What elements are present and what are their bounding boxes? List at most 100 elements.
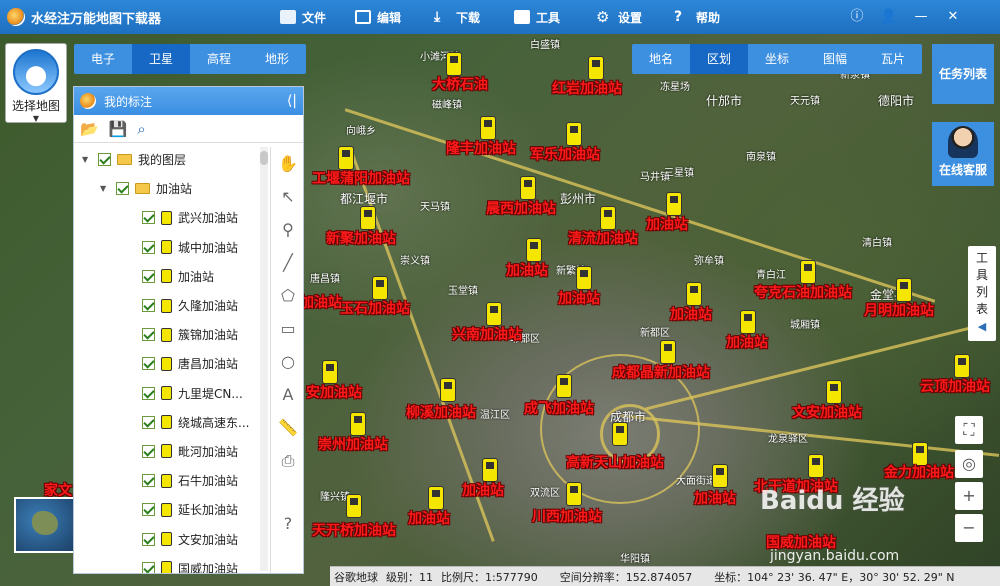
gas-station-icon[interactable]: [486, 302, 502, 326]
station-label[interactable]: 川西加油站: [532, 506, 602, 526]
station-label[interactable]: 加油站: [558, 288, 600, 308]
online-service-button[interactable]: 在线客服: [932, 122, 994, 186]
station-label[interactable]: 崇州加油站: [318, 434, 388, 454]
tab-satellite[interactable]: 卫星: [132, 44, 190, 74]
station-label[interactable]: 安加油站: [306, 382, 362, 402]
search-icon[interactable]: ⌕: [137, 120, 145, 138]
station-label[interactable]: 大桥石油: [432, 74, 488, 94]
pan-hand-icon[interactable]: ✋: [271, 147, 305, 180]
gas-station-icon[interactable]: [338, 146, 354, 170]
zoom-in-button[interactable]: +: [955, 482, 983, 510]
checkbox[interactable]: [142, 328, 155, 342]
gas-station-icon[interactable]: [556, 374, 572, 398]
station-label[interactable]: 军乐加油站: [530, 144, 600, 164]
menu-download[interactable]: ⤓ 下载: [434, 0, 480, 34]
gas-station-icon[interactable]: [350, 412, 366, 436]
station-label[interactable]: 隆丰加油站: [446, 138, 516, 158]
gas-station-icon[interactable]: [896, 278, 912, 302]
station-label[interactable]: 高新天山加油站: [566, 452, 664, 472]
tree-item[interactable]: 毗河加油站: [74, 437, 268, 466]
draw-line-icon[interactable]: ╱: [271, 246, 305, 279]
open-folder-icon[interactable]: 📂: [80, 120, 99, 138]
checkbox[interactable]: [142, 211, 155, 225]
gas-station-icon[interactable]: [588, 56, 604, 80]
tree-item[interactable]: 加油站: [74, 262, 268, 291]
station-label[interactable]: 玉石加油站: [340, 298, 410, 318]
checkbox[interactable]: [142, 503, 155, 517]
gas-station-icon[interactable]: [346, 494, 362, 518]
gas-station-icon[interactable]: [800, 260, 816, 284]
station-label[interactable]: 金力加油站: [884, 462, 954, 482]
gas-station-icon[interactable]: [612, 422, 628, 446]
tab-tiles[interactable]: 瓦片: [864, 44, 922, 74]
station-label[interactable]: 加油站: [726, 332, 768, 352]
checkbox[interactable]: [142, 415, 155, 429]
tree-item[interactable]: 绕城高速东...: [74, 408, 268, 437]
gas-station-icon[interactable]: [526, 238, 542, 262]
checkbox[interactable]: [142, 561, 155, 573]
station-label[interactable]: 加油站: [408, 508, 450, 528]
place-marker-icon[interactable]: ⚲: [271, 213, 305, 246]
gas-station-icon[interactable]: [372, 276, 388, 300]
print-icon[interactable]: ⎙: [271, 444, 305, 477]
gas-station-icon[interactable]: [740, 310, 756, 334]
station-label[interactable]: 加油站: [646, 214, 688, 234]
tool-list-button[interactable]: 工具列表 ◀: [968, 246, 996, 341]
gas-station-icon[interactable]: [446, 52, 462, 76]
select-arrow-icon[interactable]: ↖: [271, 180, 305, 213]
station-label[interactable]: 晨西加油站: [486, 198, 556, 218]
tree-item[interactable]: 文安加油站: [74, 524, 268, 553]
gas-station-icon[interactable]: [440, 378, 456, 402]
menu-edit[interactable]: 编辑: [355, 0, 401, 34]
tree-scrollbar[interactable]: [260, 147, 268, 571]
tab-electronic[interactable]: 电子: [74, 44, 132, 74]
checkbox[interactable]: [142, 357, 155, 371]
checkbox[interactable]: [98, 153, 111, 167]
gas-station-icon[interactable]: [360, 206, 376, 230]
station-label[interactable]: 加油站: [694, 488, 736, 508]
tree-item[interactable]: 国威加油站: [74, 554, 268, 573]
checkbox[interactable]: [142, 474, 155, 488]
minimize-button[interactable]: —: [912, 8, 930, 26]
station-label[interactable]: 新聚加油站: [326, 228, 396, 248]
station-label[interactable]: 成都晶新加油站: [612, 362, 710, 382]
scrollbar-thumb[interactable]: [260, 151, 268, 165]
station-label[interactable]: 月明加油站: [864, 300, 934, 320]
tree-item[interactable]: 石牛加油站: [74, 466, 268, 495]
gas-station-icon[interactable]: [322, 360, 338, 384]
expand-arrow-icon[interactable]: ▼: [100, 184, 110, 193]
gas-station-icon[interactable]: [666, 192, 682, 216]
gas-station-icon[interactable]: [826, 380, 842, 404]
checkbox[interactable]: [142, 240, 155, 254]
menu-help[interactable]: ? 帮助: [674, 0, 720, 34]
gas-station-icon[interactable]: [600, 206, 616, 230]
menu-settings[interactable]: ⚙ 设置: [596, 0, 642, 34]
close-button[interactable]: ✕: [944, 8, 962, 26]
checkbox[interactable]: [142, 444, 155, 458]
draw-polygon-icon[interactable]: ⬠: [271, 279, 305, 312]
menu-file[interactable]: 文件: [280, 0, 326, 34]
tab-map-sheets[interactable]: 图幅: [806, 44, 864, 74]
task-list-button[interactable]: 任务列表: [932, 44, 994, 104]
station-label[interactable]: 加油站: [462, 480, 504, 500]
help-icon[interactable]: ?: [271, 507, 305, 540]
save-icon[interactable]: 💾: [109, 120, 128, 138]
checkbox[interactable]: [142, 386, 155, 400]
gas-station-icon[interactable]: [482, 458, 498, 482]
gas-station-icon[interactable]: [712, 464, 728, 488]
minimap[interactable]: [14, 497, 76, 553]
station-label[interactable]: 柳溪加油站: [406, 402, 476, 422]
tree-item[interactable]: 延长加油站: [74, 495, 268, 524]
locate-icon[interactable]: ◎: [955, 450, 983, 478]
gas-station-icon[interactable]: [808, 454, 824, 478]
station-label[interactable]: 兴南加油站: [452, 324, 522, 344]
station-label[interactable]: 工堰蒲阳加油站: [312, 168, 410, 188]
tree-item[interactable]: 九里堤CN...: [74, 379, 268, 408]
station-label[interactable]: 加油站: [506, 260, 548, 280]
fullscreen-icon[interactable]: ⛶: [955, 416, 983, 444]
expand-arrow-icon[interactable]: ▼: [82, 155, 92, 164]
checkbox[interactable]: [142, 299, 155, 313]
tree-group[interactable]: ▼ 加油站: [74, 174, 268, 203]
gas-station-icon[interactable]: [576, 266, 592, 290]
tab-elevation[interactable]: 高程: [190, 44, 248, 74]
